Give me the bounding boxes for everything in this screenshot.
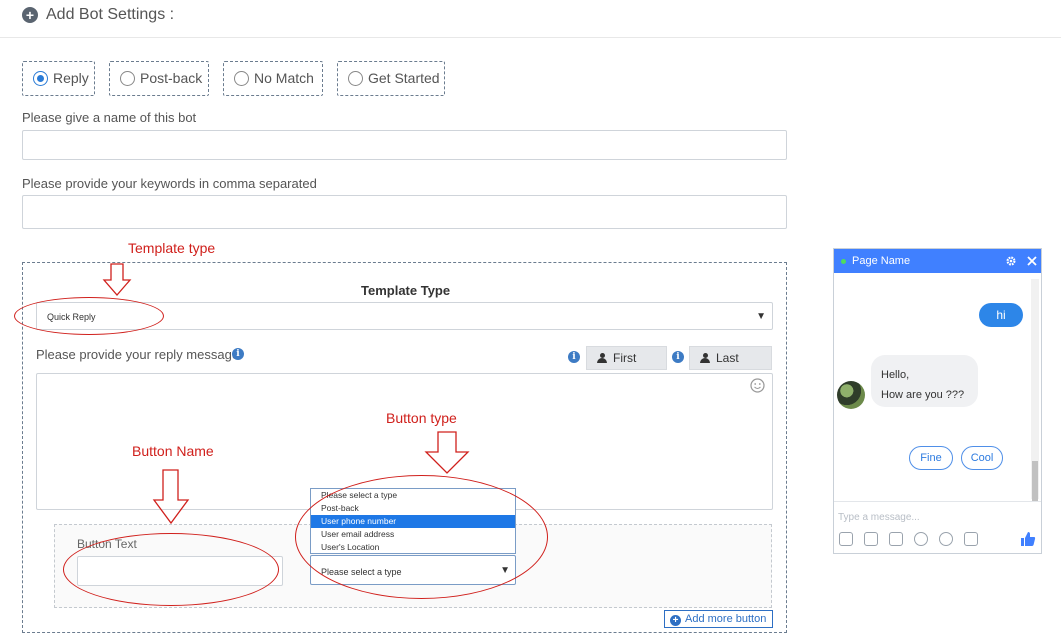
divider [834,501,1041,502]
keywords-textarea[interactable] [22,195,787,229]
info-icon[interactable]: i [672,351,684,363]
chat-page-name: Page Name [852,255,911,267]
page-header: + Add Bot Settings : [0,0,1061,38]
messenger-preview: Page Name hi Hello, How are you ??? Fine… [833,248,1042,554]
image-icon[interactable] [839,532,853,546]
radio-no-match[interactable]: No Match [223,61,323,96]
chat-scrollbar[interactable] [1031,279,1039,501]
bot-message-line: Hello, [881,369,910,381]
chat-header: Page Name [834,249,1041,273]
thumbs-up-icon[interactable] [1020,531,1036,547]
radio-post-back-label: Post-back [140,70,203,86]
radio-reply-label: Reply [53,70,89,86]
annotation-ellipse [14,297,164,335]
annotation-button-name: Button Name [132,443,214,459]
attachment-icon[interactable] [939,532,953,546]
scrollbar-thumb[interactable] [1032,461,1038,501]
plus-circle-icon: + [670,615,681,626]
radio-no-match-label: No Match [254,70,314,86]
radio-get-started-label: Get Started [368,70,440,86]
annotation-template-type: Template type [128,240,216,256]
annotation-button-type: Button type [386,410,457,426]
add-more-label: Add more button [685,613,767,625]
info-icon[interactable]: i [568,351,580,363]
last-name-button[interactable]: Last Name [689,346,772,387]
radio-reply[interactable]: Reply [22,61,95,96]
radio-unselected-icon [348,71,363,86]
keywords-label: Please provide your keywords in comma se… [22,176,317,191]
annotation-arrow-down-icon [424,431,470,474]
user-icon [700,353,710,363]
chat-input[interactable]: Type a message... [838,512,920,523]
close-icon[interactable] [1026,255,1038,267]
bot-message-bubble: Hello, How are you ??? [871,355,978,407]
quick-reply-cool[interactable]: Cool [961,446,1003,470]
emoji-icon[interactable] [750,378,765,393]
annotation-ellipse [63,533,279,606]
sticker-icon[interactable] [864,532,878,546]
radio-selected-icon [33,71,48,86]
radio-unselected-icon [234,71,249,86]
annotation-arrow-down-icon [152,469,190,525]
bot-message-line: How are you ??? [881,389,965,401]
radio-post-back[interactable]: Post-back [109,61,209,96]
camera-icon[interactable] [964,532,978,546]
bot-name-input[interactable] [22,130,787,160]
radio-get-started[interactable]: Get Started [337,61,445,96]
user-message-bubble: hi [979,303,1023,327]
info-icon[interactable]: i [232,348,244,360]
annotation-ellipse [295,475,548,599]
online-dot [841,259,846,264]
reply-message-label: Please provide your reply message [36,347,240,362]
first-name-button[interactable]: First Name [586,346,667,387]
page-title: Add Bot Settings : [46,6,175,23]
caret-down-icon: ▼ [756,311,766,322]
avatar [837,381,865,409]
gif-icon[interactable] [889,532,903,546]
quick-reply-fine[interactable]: Fine [909,446,953,470]
gear-icon[interactable] [1005,255,1017,267]
template-type-heading: Template Type [361,283,451,298]
add-more-button[interactable]: + Add more button [664,610,773,628]
user-icon [597,353,607,363]
plus-circle-icon: + [22,7,38,23]
emoji-icon[interactable] [914,532,928,546]
bot-name-label: Please give a name of this bot [22,110,197,125]
radio-unselected-icon [120,71,135,86]
